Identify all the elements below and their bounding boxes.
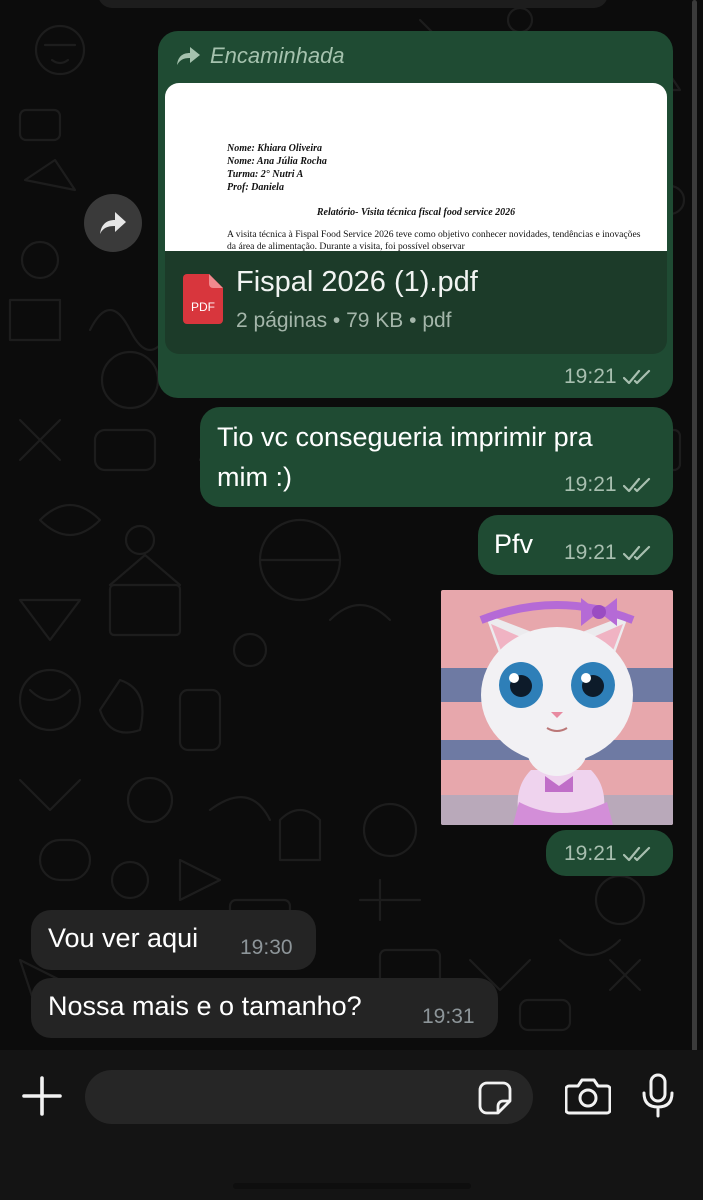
- message-meta: 19:31: [422, 1005, 475, 1029]
- pdf-file-icon: PDF: [183, 274, 223, 324]
- message-meta: 19:21: [564, 473, 653, 497]
- outgoing-message[interactable]: Tio vc consegueria imprimir pra mim :) 1…: [200, 407, 673, 507]
- message-text: Vou ver aqui: [48, 923, 199, 953]
- read-ticks-icon: [622, 369, 650, 385]
- doc-line: Nome: Khiara Oliveira: [227, 143, 322, 154]
- forwarded-label: Encaminhada: [176, 43, 345, 69]
- doc-line: Turma: 2° Nutri A: [227, 169, 304, 180]
- document-preview[interactable]: Nome: Khiara Oliveira Nome: Ana Júlia Ro…: [165, 83, 667, 251]
- mic-icon[interactable]: [641, 1073, 675, 1119]
- message-meta: 19:21: [564, 365, 653, 389]
- message-input[interactable]: [85, 1070, 533, 1124]
- home-indicator: [233, 1183, 471, 1189]
- message-text-line: Tio vc consegueria imprimir pra: [217, 422, 593, 452]
- pdf-badge: PDF: [191, 300, 215, 314]
- scrollbar[interactable]: [692, 0, 697, 1052]
- message-time: 19:21: [564, 473, 617, 496]
- message-text: Pfv: [494, 529, 534, 559]
- message-text: Nossa mais e o tamanho?: [48, 991, 362, 1021]
- forwarded-text: Encaminhada: [210, 43, 345, 68]
- doc-line: Prof: Daniela: [227, 182, 284, 193]
- share-arrow-icon: [100, 212, 126, 234]
- read-ticks-icon: [622, 477, 650, 493]
- read-ticks-icon: [622, 545, 650, 561]
- outgoing-message[interactable]: Pfv 19:21: [478, 515, 673, 575]
- incoming-message[interactable]: Nossa mais e o tamanho? 19:31: [31, 978, 498, 1038]
- doc-line: Nome: Ana Júlia Rocha: [227, 156, 327, 167]
- file-info-row[interactable]: PDF Fispal 2026 (1).pdf 2 páginas • 79 K…: [165, 251, 667, 354]
- incoming-message[interactable]: Vou ver aqui 19:30: [31, 910, 316, 970]
- forward-button[interactable]: [84, 194, 142, 252]
- message-time: 19:21: [564, 842, 617, 865]
- message-meta: 19:30: [240, 936, 293, 960]
- previous-message-edge: [98, 0, 608, 8]
- message-text-line: mim :): [217, 462, 292, 492]
- message-time: 19:31: [422, 1005, 475, 1028]
- sticker-meta-bubble: 19:21: [546, 830, 673, 876]
- doc-title: Relatório- Visita técnica fiscal food se…: [316, 207, 516, 218]
- message-time: 19:30: [240, 936, 293, 959]
- message-meta: 19:21: [564, 842, 653, 866]
- file-name: Fispal 2026 (1).pdf: [236, 266, 478, 298]
- message-meta: 19:21: [564, 541, 653, 565]
- sticker-icon[interactable]: [478, 1081, 512, 1115]
- forwarded-arrow-icon: [177, 47, 200, 65]
- doc-body: A visita técnica à Fispal Food Service 2…: [227, 229, 641, 251]
- cat-sticker-icon: [441, 590, 673, 825]
- cat-sticker[interactable]: [441, 590, 673, 825]
- read-ticks-icon: [622, 846, 650, 862]
- plus-icon[interactable]: [20, 1074, 64, 1118]
- message-time: 19:21: [564, 365, 617, 388]
- camera-icon[interactable]: [565, 1076, 611, 1116]
- forwarded-document-message[interactable]: Encaminhada Nome: Khiara Oliveira Nome: …: [158, 31, 673, 398]
- file-details: 2 páginas • 79 KB • pdf: [236, 309, 452, 332]
- message-time: 19:21: [564, 541, 617, 564]
